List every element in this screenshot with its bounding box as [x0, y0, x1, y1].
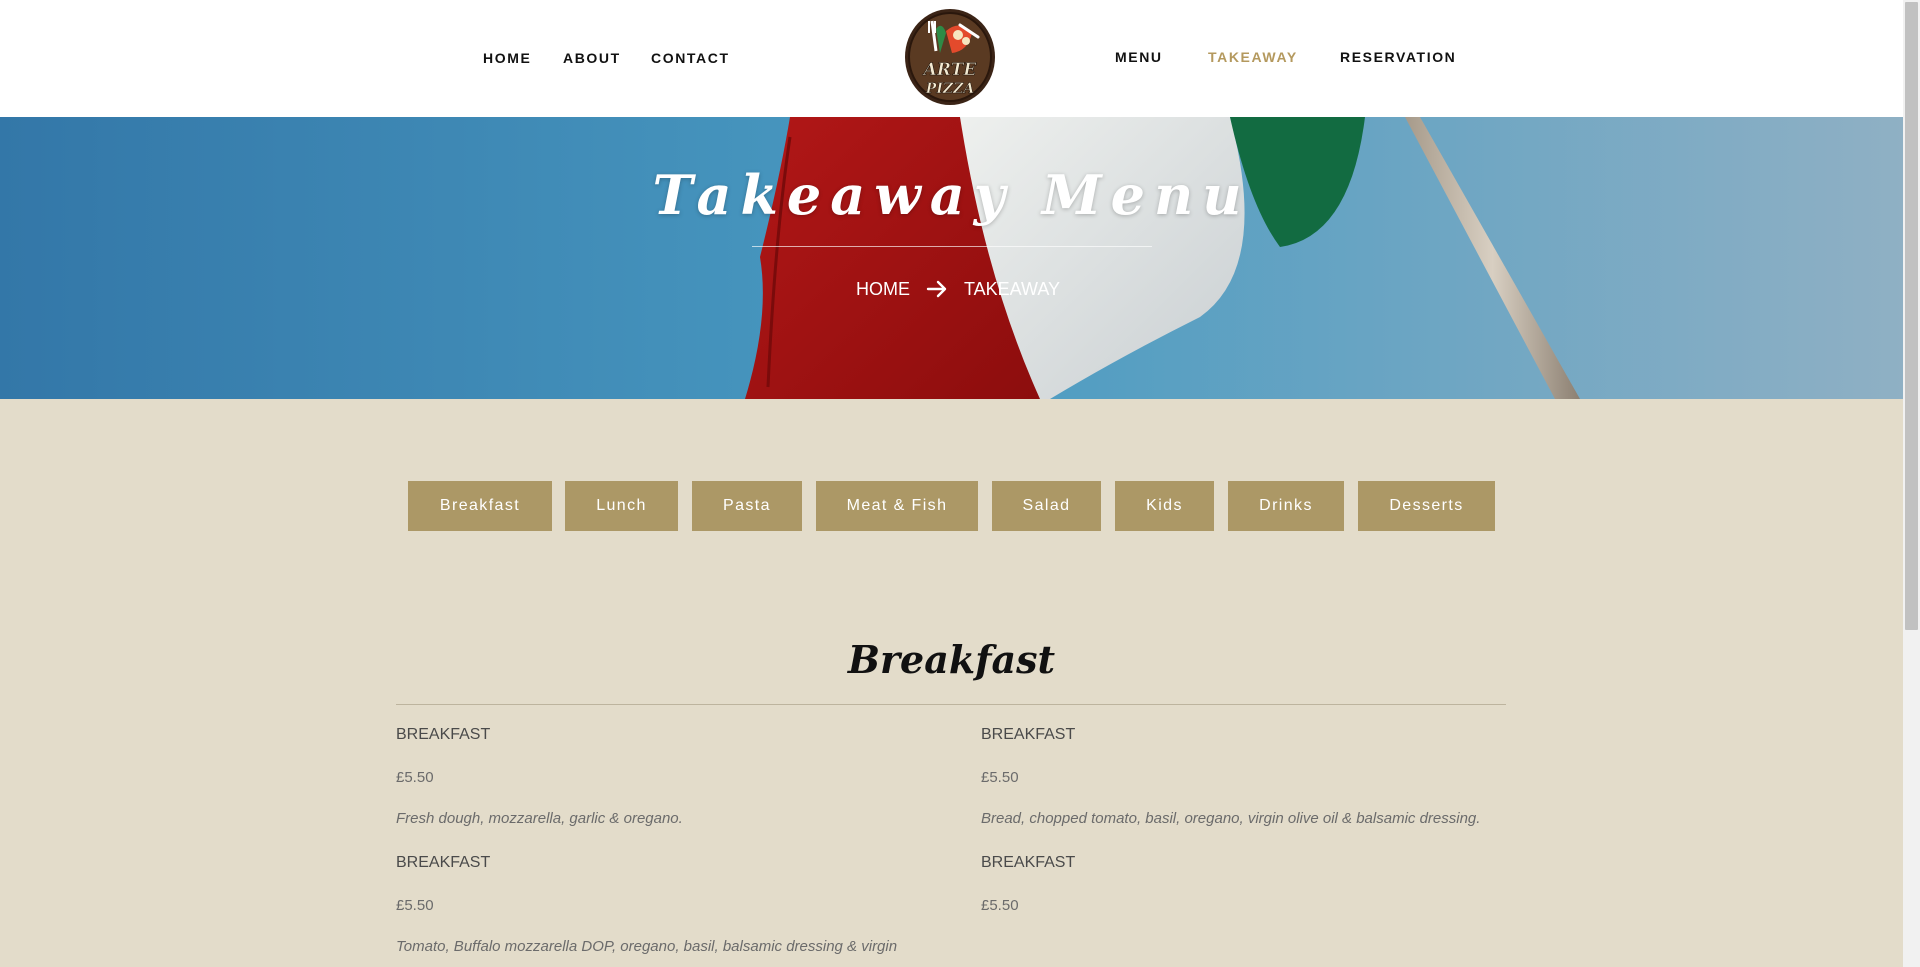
- logo[interactable]: ARTE PIZZA: [902, 7, 998, 107]
- menu-item-price: £5.50: [981, 769, 1019, 786]
- page-scrollbar[interactable]: [1903, 0, 1920, 967]
- site-header: HOME ABOUT CONTACT ARTE PIZZA MENU TAKEA…: [0, 0, 1903, 117]
- nav-takeaway[interactable]: TAKEAWAY: [1208, 49, 1298, 65]
- menu-item-name: BREAKFAST: [981, 854, 1076, 871]
- logo-emblem-icon: ARTE PIZZA: [905, 9, 995, 105]
- nav-menu[interactable]: MENU: [1115, 49, 1163, 65]
- menu-item-description: Tomato, Buffalo mozzarella DOP, oregano,…: [396, 938, 898, 967]
- category-drinks-button[interactable]: Drinks: [1228, 481, 1344, 531]
- nav-contact[interactable]: CONTACT: [651, 50, 730, 66]
- menu-item-name: BREAKFAST: [396, 854, 491, 871]
- logo-text-pizza: PIZZA: [925, 81, 975, 97]
- breadcrumb: HOME TAKEAWAY: [856, 277, 1060, 301]
- menu-item-price: £5.50: [396, 897, 434, 914]
- italian-flag-background: [0, 117, 1903, 399]
- menu-item-price: £5.50: [396, 769, 434, 786]
- section-title: Breakfast: [847, 637, 1056, 682]
- title-divider: [752, 246, 1152, 247]
- breadcrumb-home[interactable]: HOME: [856, 279, 910, 300]
- category-breakfast-button[interactable]: Breakfast: [408, 481, 552, 531]
- scrollbar-thumb[interactable]: [1905, 2, 1918, 630]
- nav-reservation[interactable]: RESERVATION: [1340, 49, 1456, 65]
- arrow-right-icon: [926, 280, 947, 298]
- nav-about[interactable]: ABOUT: [563, 50, 621, 66]
- page-title: Takeaway Menu: [652, 163, 1251, 227]
- logo-text-arte: ARTE: [922, 60, 978, 80]
- menu-item-price: £5.50: [981, 897, 1019, 914]
- category-desserts-button[interactable]: Desserts: [1358, 481, 1495, 531]
- category-lunch-button[interactable]: Lunch: [565, 481, 678, 531]
- category-meat-fish-button[interactable]: Meat & Fish: [816, 481, 978, 531]
- section-divider: [396, 704, 1506, 705]
- hero-banner: Takeaway Menu HOME TAKEAWAY: [0, 117, 1903, 399]
- category-kids-button[interactable]: Kids: [1115, 481, 1214, 531]
- breadcrumb-current: TAKEAWAY: [964, 278, 1061, 299]
- menu-item-description: Bread, chopped tomato, basil, oregano, v…: [981, 810, 1481, 827]
- menu-item-name: BREAKFAST: [981, 726, 1076, 743]
- nav-home[interactable]: HOME: [483, 50, 531, 66]
- category-salad-button[interactable]: Salad: [992, 481, 1101, 531]
- menu-item-name: BREAKFAST: [396, 726, 491, 743]
- category-pasta-button[interactable]: Pasta: [692, 481, 802, 531]
- menu-item-description: Fresh dough, mozzarella, garlic & oregan…: [396, 810, 683, 827]
